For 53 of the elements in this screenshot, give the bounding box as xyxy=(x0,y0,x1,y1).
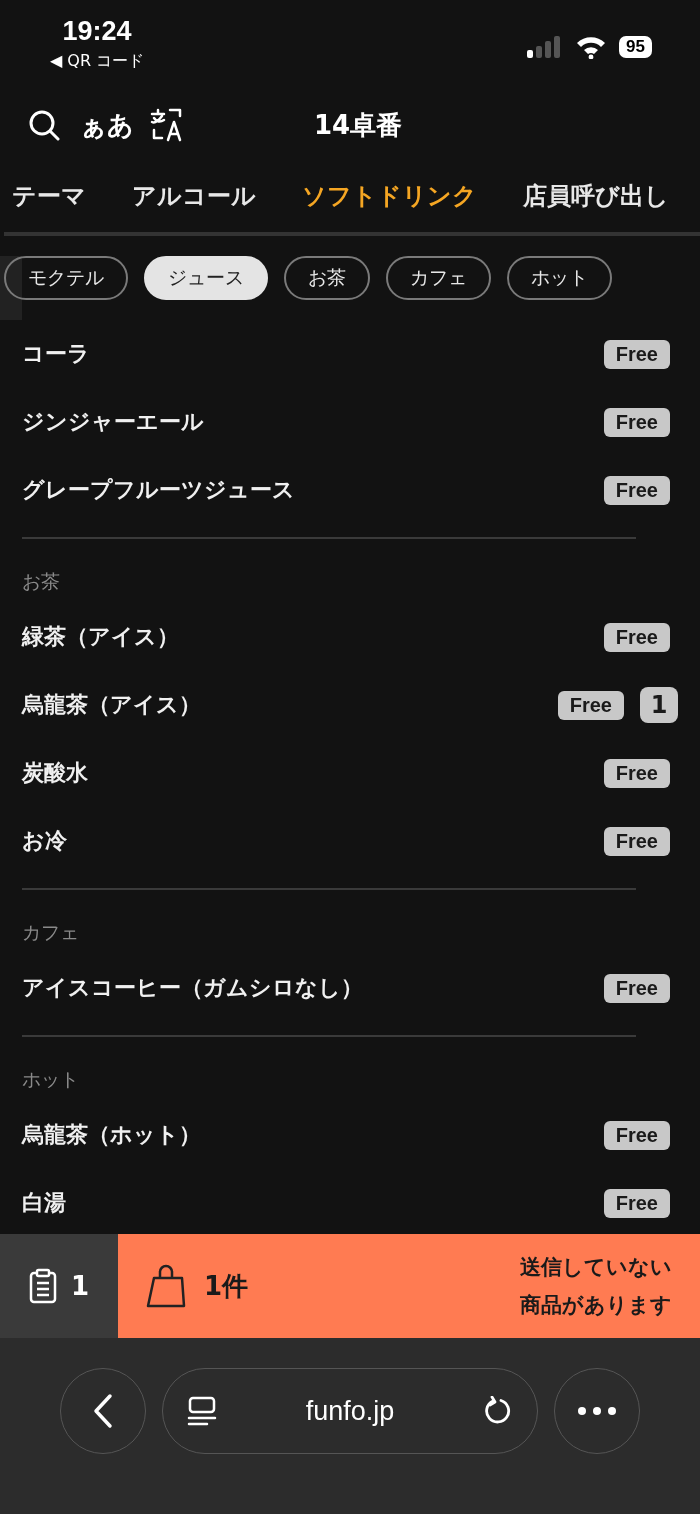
quantity-badge: 1 xyxy=(640,687,678,723)
menu-item-name[interactable]: 烏龍茶（アイス） xyxy=(22,690,542,720)
category-tab[interactable]: ソフトドリンク xyxy=(294,160,485,232)
price-tag: Free xyxy=(603,475,670,505)
battery-level: 95 xyxy=(619,36,652,58)
section-heading: お茶 xyxy=(22,569,61,594)
price-tag: Free xyxy=(603,622,670,652)
reload-icon[interactable] xyxy=(483,1396,513,1426)
filter-chip[interactable]: ジュース xyxy=(144,256,268,300)
table-number-title: 14卓番 xyxy=(314,108,403,142)
translate-icon[interactable] xyxy=(150,108,184,142)
menu-item-name[interactable]: 緑茶（アイス） xyxy=(22,622,588,652)
menu-item-name[interactable]: 白湯 xyxy=(22,1188,588,1218)
menu-item-name[interactable]: 烏龍茶（ホット） xyxy=(22,1120,588,1150)
unsent-notice: 送信していない xyxy=(520,1254,672,1281)
status-time: 19:24 xyxy=(62,16,132,47)
category-tab[interactable]: テーマ xyxy=(4,160,94,232)
price-tag: Free xyxy=(603,1120,670,1150)
reader-icon[interactable] xyxy=(187,1396,217,1426)
price-tag: Free xyxy=(603,758,670,788)
filter-chip[interactable]: お茶 xyxy=(284,256,370,300)
section-heading: カフェ xyxy=(22,920,80,945)
menu-item-name[interactable]: お冷 xyxy=(22,826,588,856)
back-to-app-link[interactable]: ◀ QR コード xyxy=(49,51,145,72)
filter-chip[interactable]: モクテル xyxy=(4,256,128,300)
filter-chip[interactable]: ホット xyxy=(507,256,612,300)
menu-item-name[interactable]: アイスコーヒー（ガムシロなし） xyxy=(22,973,588,1003)
price-tag: Free xyxy=(603,826,670,856)
clipboard-icon xyxy=(28,1268,57,1304)
cart-bar[interactable]: 1件 送信していない 商品があります xyxy=(118,1234,700,1338)
wifi-icon xyxy=(575,35,608,59)
price-tag: Free xyxy=(603,973,670,1003)
price-tag: Free xyxy=(603,1188,670,1218)
menu-item-name[interactable]: 炭酸水 xyxy=(22,758,588,788)
url-text: funfo.jp xyxy=(304,1395,396,1427)
price-tag: Free xyxy=(557,690,624,720)
search-icon[interactable] xyxy=(28,109,60,141)
price-tag: Free xyxy=(603,339,670,369)
order-history-button[interactable]: 1 xyxy=(0,1234,118,1338)
menu-item-name[interactable]: グレープフルーツジュース xyxy=(22,475,588,505)
menu-item-name[interactable]: コーラ xyxy=(22,339,588,369)
category-tab[interactable]: アルコール xyxy=(124,160,264,232)
section-heading: ホット xyxy=(22,1067,80,1092)
scroll-edge-shade xyxy=(0,256,22,320)
text-size-button[interactable]: ぁあ xyxy=(80,107,134,143)
shopping-bag-icon xyxy=(146,1264,186,1308)
menu-item-name[interactable]: ジンジャーエール xyxy=(22,407,588,437)
category-tab[interactable]: 店員呼び出し xyxy=(515,160,677,232)
price-tag: Free xyxy=(603,407,670,437)
more-icon xyxy=(577,1406,617,1416)
filter-chip[interactable]: カフェ xyxy=(386,256,491,300)
unsent-notice: 商品があります xyxy=(520,1292,672,1319)
cart-count: 1件 xyxy=(204,1269,250,1303)
